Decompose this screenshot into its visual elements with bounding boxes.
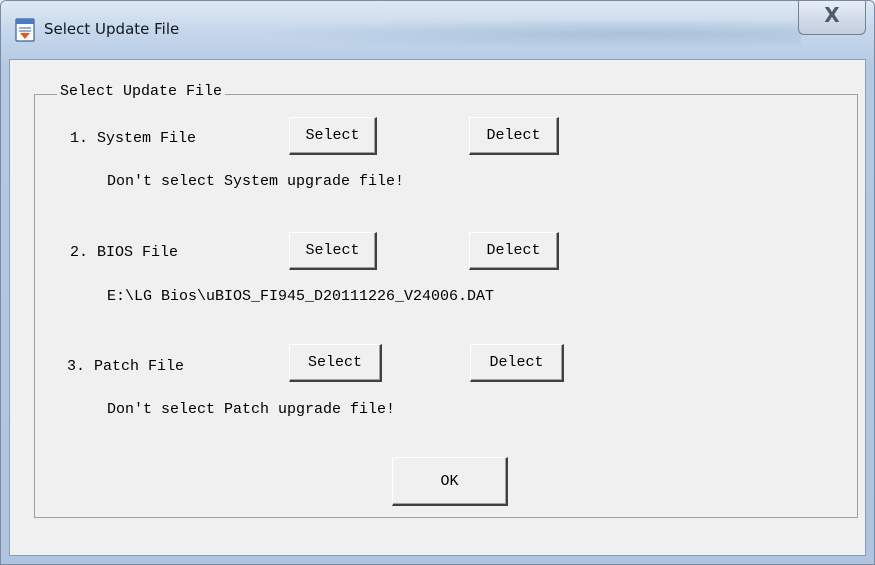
bios-delect-label: Delect (486, 242, 541, 259)
bios-select-label: Select (305, 242, 360, 259)
patch-file-status: Don't select Patch upgrade file! (107, 401, 396, 418)
bios-select-button[interactable]: Select (289, 232, 377, 270)
dialog-window: Select Update File X Select Update File … (0, 0, 875, 565)
patch-delect-label: Delect (489, 354, 544, 371)
system-file-status: Don't select System upgrade file! (107, 173, 405, 190)
document-icon (15, 18, 35, 42)
window-title: Select Update File (44, 20, 180, 38)
system-delect-button[interactable]: Delect (469, 117, 559, 155)
patch-select-label: Select (307, 354, 362, 371)
system-file-label: 1. System File (70, 130, 197, 147)
ok-label: OK (440, 472, 459, 490)
bios-delect-button[interactable]: Delect (469, 232, 559, 270)
bios-file-path: E:\LG Bios\uBIOS_FI945_D20111226_V24006.… (107, 288, 495, 305)
system-select-button[interactable]: Select (289, 117, 377, 155)
select-update-file-group (34, 94, 858, 518)
bios-file-label: 2. BIOS File (70, 244, 179, 261)
close-icon: X (824, 3, 840, 27)
system-select-label: Select (305, 127, 360, 144)
ok-button[interactable]: OK (392, 457, 508, 506)
patch-select-button[interactable]: Select (289, 344, 382, 382)
group-label: Select Update File (57, 83, 226, 100)
close-button[interactable]: X (798, 1, 866, 35)
patch-file-label: 3. Patch File (67, 358, 185, 375)
patch-delect-button[interactable]: Delect (470, 344, 564, 382)
system-delect-label: Delect (486, 127, 541, 144)
